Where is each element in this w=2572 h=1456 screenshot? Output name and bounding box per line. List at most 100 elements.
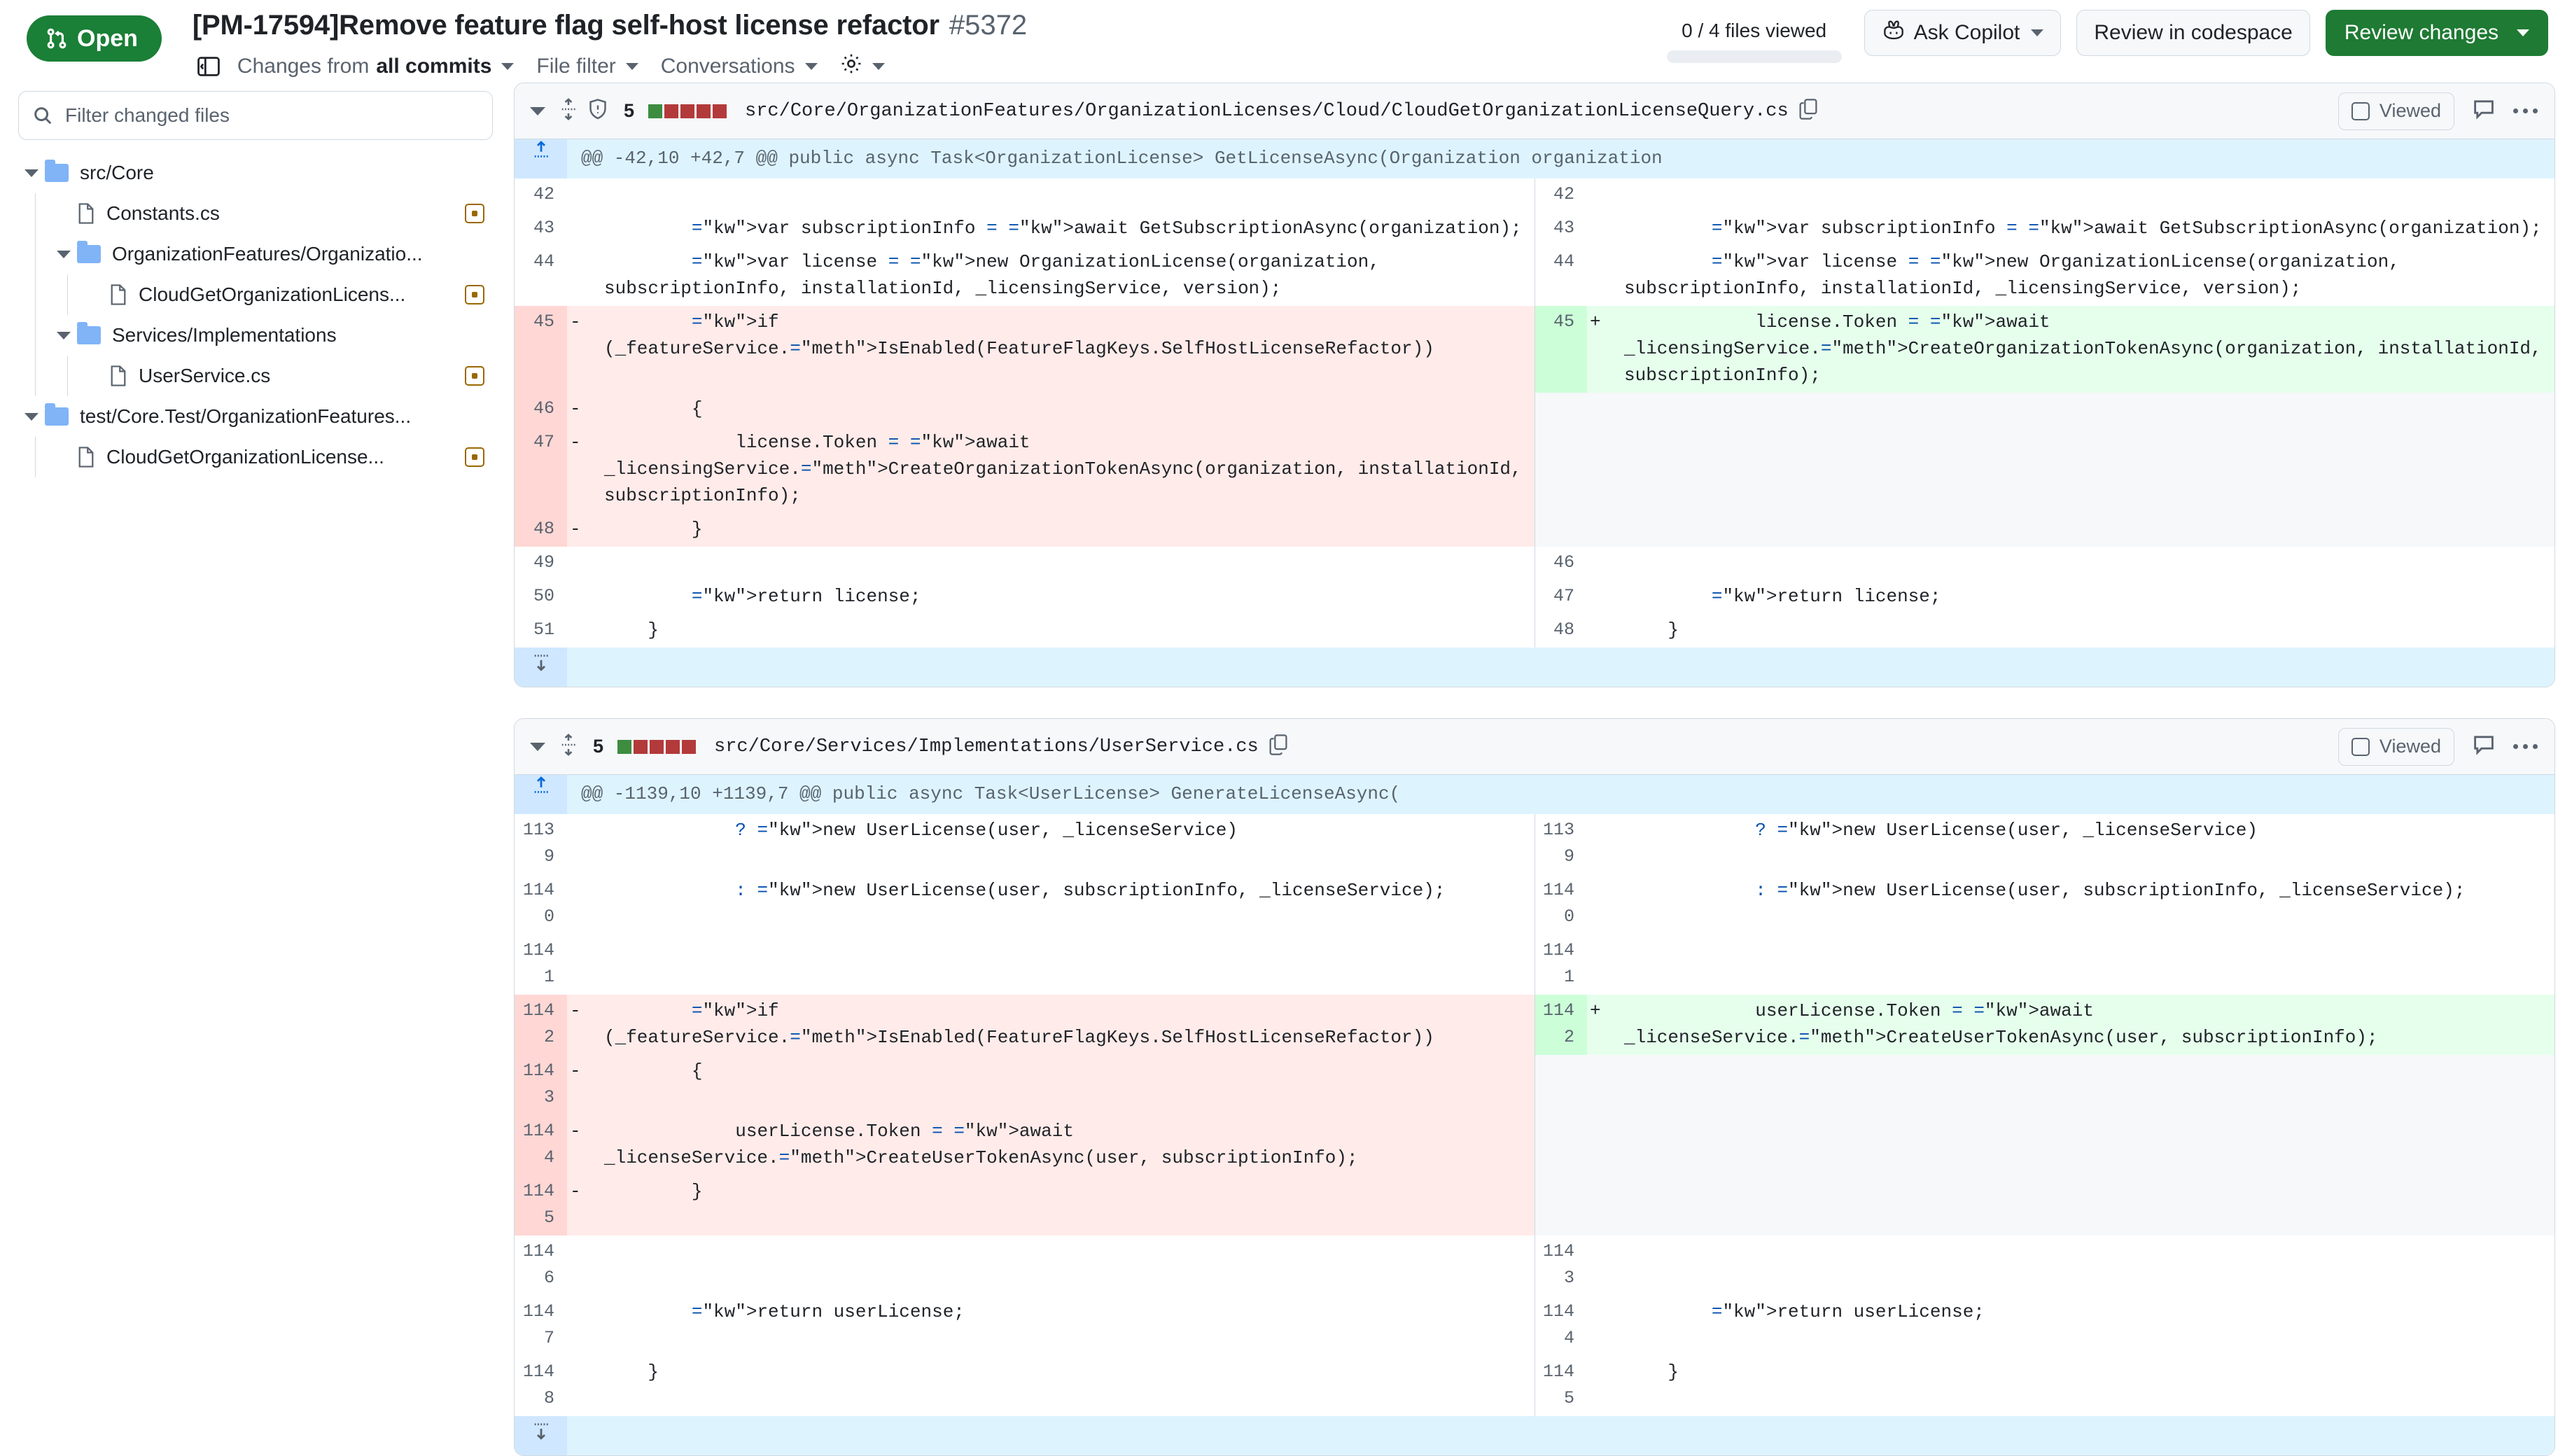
code-cell-right[interactable]: } [1610, 1356, 2554, 1416]
file-options-menu-icon[interactable] [2513, 744, 2538, 749]
tree-folder-row[interactable]: OrganizationFeatures/Organizatio... [18, 234, 493, 274]
pr-state-badge: Open [27, 15, 162, 62]
line-sign-left: - [567, 513, 590, 547]
pull-request-icon [46, 27, 67, 50]
changes-from-dropdown[interactable]: Changes from all commits [237, 52, 527, 81]
copy-path-icon[interactable] [1798, 98, 1818, 124]
code-cell-left[interactable]: ="kw">var subscriptionInfo = ="kw">await… [590, 212, 1535, 246]
tree-file-row[interactable]: UserService.cs [18, 356, 493, 396]
copy-path-icon[interactable] [1268, 734, 1288, 760]
diff-row: 1140 : ="kw">new UserLicense(user, subsc… [515, 874, 2554, 934]
expand-up-button[interactable] [515, 775, 567, 814]
code-cell-left[interactable]: } [590, 1175, 1535, 1236]
chevron-down-icon[interactable] [50, 250, 77, 258]
tree-folder-row[interactable]: test/Core.Test/OrganizationFeatures... [18, 396, 493, 437]
tree-folder-row[interactable]: src/Core [18, 153, 493, 193]
code-cell-right[interactable] [1610, 1236, 2554, 1296]
code-cell-left[interactable]: userLicense.Token = ="kw">await _license… [590, 1115, 1535, 1175]
ask-copilot-button[interactable]: Ask Copilot [1864, 10, 2062, 56]
folder-icon [45, 160, 69, 182]
expand-down-button[interactable] [515, 648, 567, 687]
line-number-right: 1143 [1534, 1236, 1587, 1296]
line-number-left: 1145 [515, 1175, 567, 1236]
expand-down-button[interactable] [515, 1416, 567, 1455]
code-cell-left[interactable] [590, 934, 1535, 995]
tree-guide-line [35, 274, 36, 315]
code-cell-right [1610, 513, 2554, 547]
expand-up-button[interactable] [515, 139, 567, 178]
code-cell-right[interactable] [1610, 178, 2554, 212]
code-cell-left[interactable]: ? ="kw">new UserLicense(user, _licenseSe… [590, 814, 1535, 874]
code-cell-left[interactable]: : ="kw">new UserLicense(user, subscripti… [590, 874, 1535, 934]
pr-title-text: [PM-17594]Remove feature flag self-host … [192, 10, 939, 41]
ask-copilot-label: Ask Copilot [1913, 21, 2020, 44]
conversations-dropdown[interactable]: Conversations [661, 52, 830, 81]
chevron-down-icon[interactable] [50, 331, 77, 340]
viewed-checkbox[interactable]: Viewed [2337, 727, 2454, 766]
folder-icon [45, 403, 69, 426]
code-cell-right[interactable]: ="kw">var license = ="kw">new Organizati… [1610, 246, 2554, 306]
code-cell-left[interactable]: ="kw">return license; [590, 580, 1535, 614]
code-cell-right[interactable]: } [1610, 614, 2554, 648]
code-cell-right[interactable]: : ="kw">new UserLicense(user, subscripti… [1610, 874, 2554, 934]
tree-folder-row[interactable]: Services/Implementations [18, 315, 493, 356]
review-in-codespace-button[interactable]: Review in codespace [2076, 10, 2310, 56]
line-number-right: 1142 [1534, 995, 1587, 1055]
comment-icon[interactable] [2473, 98, 2495, 124]
code-cell-right[interactable] [1610, 547, 2554, 580]
code-cell-right[interactable]: ="kw">return userLicense; [1610, 1296, 2554, 1356]
code-cell-right[interactable]: license.Token = ="kw">await _licensingSe… [1610, 306, 2554, 393]
diffstat-count: 5 [593, 736, 604, 757]
line-sign-right [1587, 814, 1610, 874]
code-cell-right[interactable]: ="kw">return license; [1610, 580, 2554, 614]
shield-icon [587, 98, 608, 124]
code-cell-right[interactable]: ="kw">var subscriptionInfo = ="kw">await… [1610, 212, 2554, 246]
line-sign-right [1587, 393, 1610, 426]
code-cell-left[interactable]: ="kw">return userLicense; [590, 1296, 1535, 1356]
code-cell-left[interactable]: { [590, 393, 1535, 426]
file-options-menu-icon[interactable] [2513, 108, 2538, 113]
tree-file-row[interactable]: Constants.cs [18, 193, 493, 234]
line-sign-left: - [567, 393, 590, 426]
code-cell-left[interactable] [590, 1236, 1535, 1296]
chevron-down-icon[interactable] [530, 742, 545, 751]
line-sign-left [567, 814, 590, 874]
tree-item-label: OrganizationFeatures/Organizatio... [112, 243, 423, 265]
code-cell-right[interactable]: ? ="kw">new UserLicense(user, _licenseSe… [1610, 814, 2554, 874]
code-cell-left[interactable]: } [590, 614, 1535, 648]
diff-file-path[interactable]: src/Core/Services/Implementations/UserSe… [714, 736, 1259, 757]
code-cell-left[interactable]: ="kw">if (_featureService.="meth">IsEnab… [590, 306, 1535, 393]
code-cell-right[interactable]: userLicense.Token = ="kw">await _license… [1610, 995, 2554, 1055]
code-cell-left[interactable]: { [590, 1055, 1535, 1115]
code-cell-left[interactable] [590, 178, 1535, 212]
sidebar-collapse-icon[interactable] [193, 51, 225, 82]
review-changes-button[interactable]: Review changes [2325, 10, 2548, 56]
code-cell-right[interactable] [1610, 934, 2554, 995]
line-number-right: 45 [1534, 306, 1587, 393]
filter-changed-files-input[interactable] [18, 91, 493, 140]
code-cell-left[interactable]: } [590, 513, 1535, 547]
diffstat-count: 5 [624, 100, 635, 121]
line-number-right [1534, 1175, 1587, 1236]
diff-file-path[interactable]: src/Core/OrganizationFeatures/Organizati… [745, 101, 1789, 122]
tree-guide-line [67, 356, 68, 396]
file-filter-dropdown[interactable]: File filter [536, 52, 650, 81]
hunk-header-text: @@ -42,10 +42,7 @@ public async Task<Org… [567, 139, 2554, 178]
tree-file-row[interactable]: CloudGetOrganizationLicens... [18, 274, 493, 315]
code-cell-left[interactable]: ="kw">if (_featureService.="meth">IsEnab… [590, 995, 1535, 1055]
chevron-down-icon[interactable] [18, 169, 45, 177]
tree-file-row[interactable]: CloudGetOrganizationLicense... [18, 437, 493, 477]
viewed-checkbox[interactable]: Viewed [2337, 92, 2454, 130]
code-cell-left[interactable]: license.Token = ="kw">await _licensingSe… [590, 426, 1535, 513]
comment-icon[interactable] [2473, 734, 2495, 760]
line-number-left: 43 [515, 212, 567, 246]
chevron-down-icon[interactable] [18, 412, 45, 421]
code-cell-left[interactable] [590, 547, 1535, 580]
diff-settings-dropdown[interactable] [840, 50, 897, 83]
chevron-down-icon[interactable] [530, 106, 545, 115]
tree-guide-line [35, 315, 36, 356]
expand-collapse-icon[interactable] [559, 733, 578, 760]
code-cell-left[interactable]: } [590, 1356, 1535, 1416]
expand-collapse-icon[interactable] [559, 97, 578, 125]
code-cell-left[interactable]: ="kw">var license = ="kw">new Organizati… [590, 246, 1535, 306]
